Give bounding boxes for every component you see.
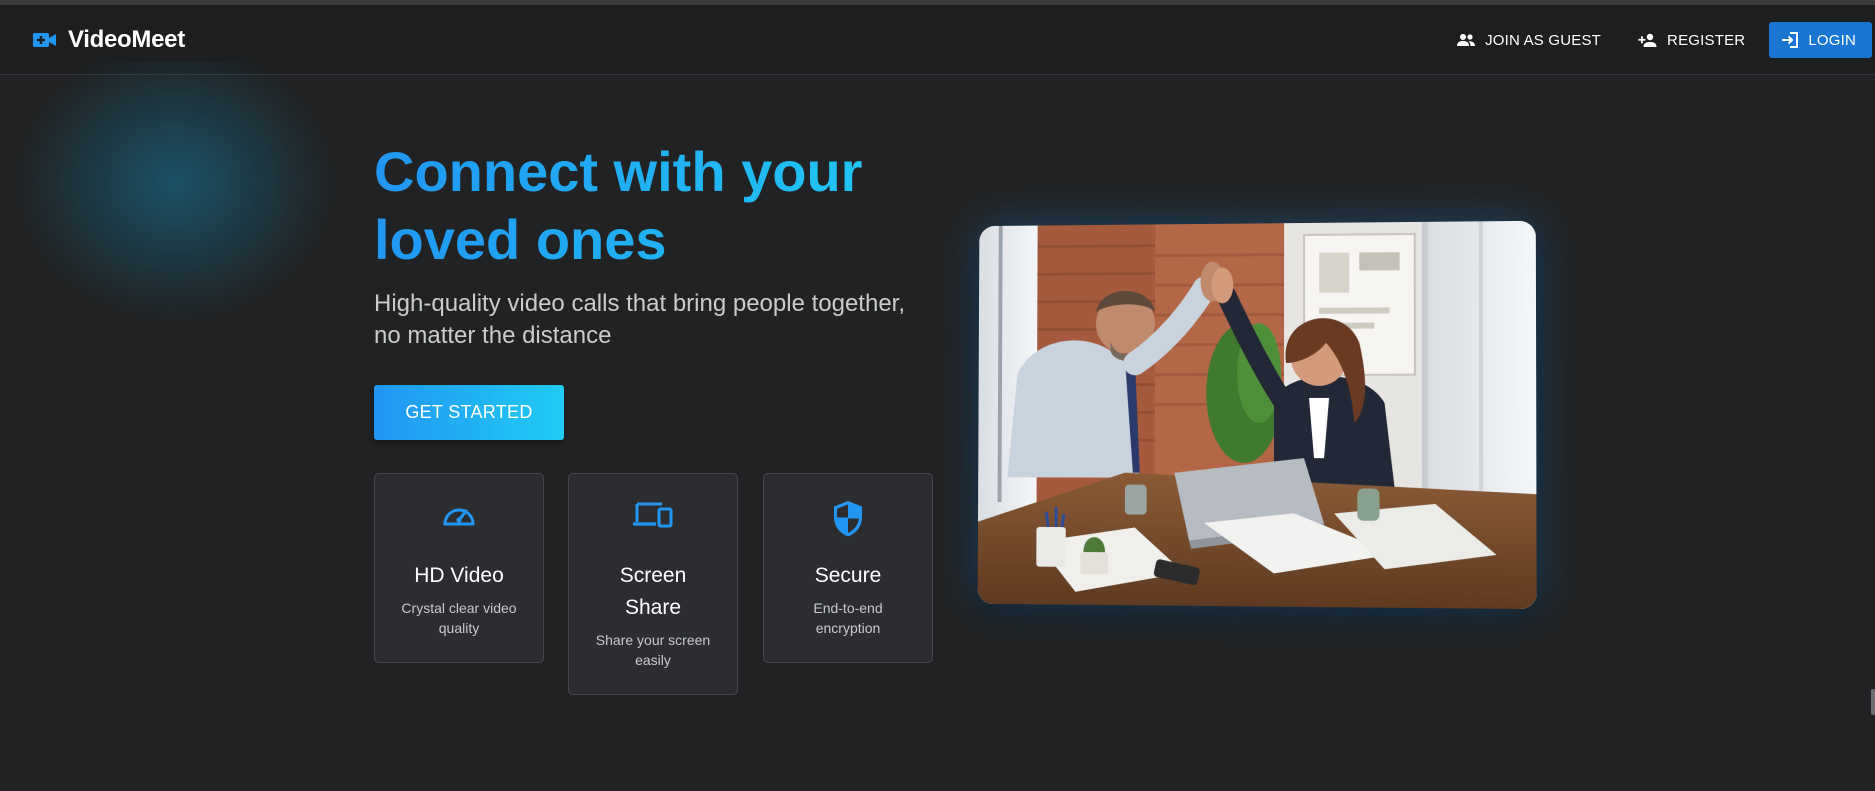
brand[interactable]: VideoMeet: [32, 5, 185, 75]
top-navbar: VideoMeet JOIN AS GUEST REGISTER LOGIN: [0, 5, 1875, 75]
scrollbar-thumb[interactable]: [1871, 689, 1875, 715]
people-icon: [1456, 33, 1476, 47]
security-shield-icon: [764, 500, 932, 538]
feature-description: End-to-end encryption: [813, 600, 883, 636]
join-as-guest-label: JOIN AS GUEST: [1485, 31, 1602, 49]
login-button[interactable]: LOGIN: [1769, 22, 1872, 58]
office-high-five-photo: [977, 220, 1537, 610]
feature-description: Share your screen easily: [595, 632, 711, 668]
feature-card-secure: Secure End-to-end encryption: [763, 473, 933, 663]
feature-card-hd-video: HD Video Crystal clear video quality: [374, 473, 544, 663]
person-add-icon: [1638, 33, 1658, 48]
feature-title: Screen Share: [619, 564, 687, 619]
brand-name: VideoMeet: [68, 26, 185, 53]
hero-title: Connect with your loved ones: [374, 138, 934, 274]
register-button[interactable]: REGISTER: [1622, 22, 1761, 58]
nav-actions: JOIN AS GUEST REGISTER LOGIN: [1440, 5, 1872, 75]
feature-description: Crystal clear video quality: [401, 600, 517, 636]
hero-subtitle: High-quality video calls that bring peop…: [374, 290, 905, 349]
get-started-button[interactable]: GET STARTED: [374, 385, 564, 440]
background-glow: [0, 62, 360, 362]
login-label: LOGIN: [1808, 31, 1856, 49]
video-camera-plus-icon: [32, 30, 58, 50]
register-label: REGISTER: [1667, 31, 1746, 49]
feature-title: Secure: [814, 564, 882, 587]
feature-title: HD Video: [414, 564, 504, 587]
login-icon: [1781, 31, 1799, 49]
speedometer-icon: [375, 500, 543, 538]
join-as-guest-button[interactable]: JOIN AS GUEST: [1440, 22, 1617, 58]
devices-icon: [569, 500, 737, 538]
feature-card-screen-share: Screen Share Share your screen easily: [568, 473, 738, 695]
